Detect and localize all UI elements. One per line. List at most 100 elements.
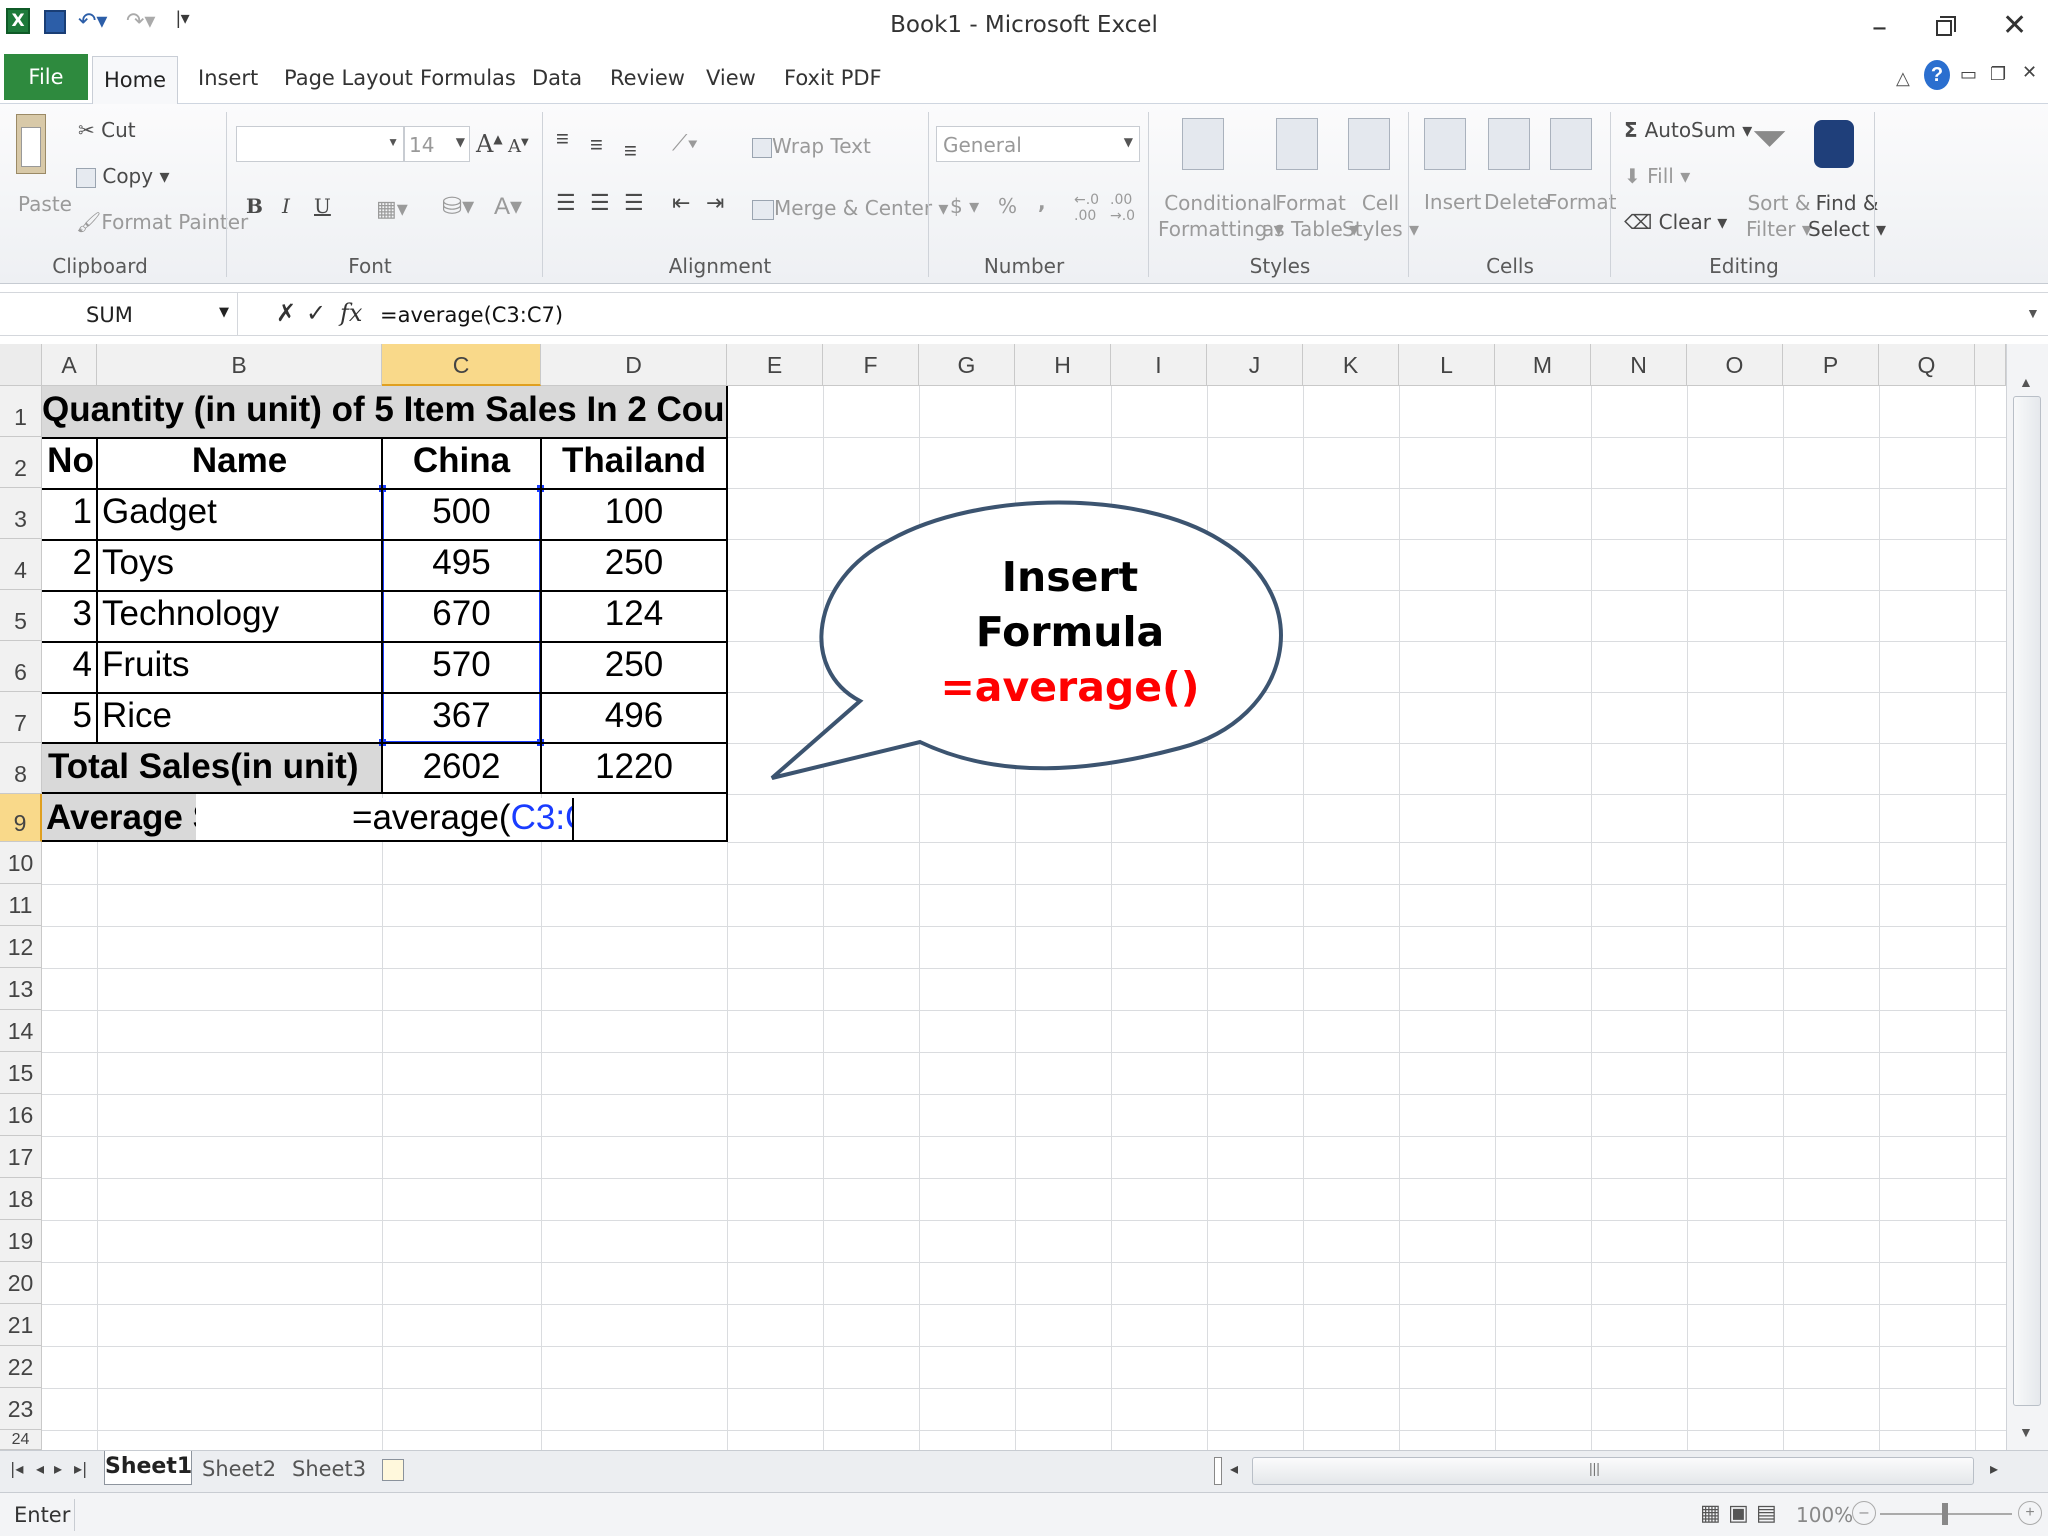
cell-name[interactable]: Toys	[102, 543, 380, 583]
grow-font-icon[interactable]: A▲	[476, 130, 503, 158]
row-header[interactable]: 14	[0, 1010, 42, 1052]
column-header[interactable]: C	[382, 344, 541, 386]
workbook-close-icon[interactable]: ✕	[2022, 62, 2037, 83]
row-header[interactable]: 3	[0, 488, 42, 539]
cell-name[interactable]: Rice	[102, 696, 380, 736]
row-header[interactable]: 17	[0, 1136, 42, 1178]
increase-decimal-icon[interactable]: ←.0.00	[1074, 192, 1099, 224]
binoculars-icon[interactable]	[1814, 120, 1854, 168]
wrap-text-button[interactable]: Wrap Text	[752, 134, 871, 158]
autosum-button[interactable]: Σ AutoSum ▾	[1624, 118, 1752, 142]
row-header[interactable]: 6	[0, 641, 42, 692]
tab-formulas[interactable]: Formulas	[420, 66, 516, 90]
row-header[interactable]: 13	[0, 968, 42, 1010]
expand-formula-bar-icon[interactable]: ▼	[2026, 305, 2040, 321]
decrease-decimal-icon[interactable]: .00 →.0	[1110, 192, 1135, 224]
scroll-right-icon[interactable]: ▸	[1990, 1459, 1998, 1479]
borders-icon[interactable]: ▦▾	[376, 196, 408, 222]
center-icon[interactable]: ☰	[590, 190, 610, 216]
header-china[interactable]: China	[382, 441, 541, 481]
row-header[interactable]: 1	[0, 386, 42, 437]
sort-filter-icon[interactable]: ⏷	[1752, 114, 1787, 164]
cell-china[interactable]: 570	[382, 645, 541, 685]
normal-view-icon[interactable]: ▦	[1700, 1501, 1721, 1526]
delete-cells-button[interactable]: Delete	[1484, 190, 1550, 214]
tab-insert[interactable]: Insert	[198, 66, 258, 90]
decrease-indent-icon[interactable]: ⇤	[672, 190, 690, 216]
column-header[interactable]: B	[97, 344, 382, 386]
cell-name[interactable]: Fruits	[102, 645, 380, 685]
cut-button[interactable]: ✂ Cut	[78, 118, 136, 142]
align-left-icon[interactable]: ☰	[556, 190, 576, 216]
horizontal-scrollbar[interactable]: |||	[1252, 1457, 1974, 1485]
scroll-down-icon[interactable]: ▼	[2019, 1424, 2033, 1440]
column-header[interactable]: F	[823, 344, 919, 386]
tab-page-layout[interactable]: Page Layout	[284, 66, 413, 90]
total-china[interactable]: 2602	[382, 747, 541, 787]
increase-indent-icon[interactable]: ⇥	[706, 190, 724, 216]
column-header[interactable]: M	[1495, 344, 1591, 386]
cell-no[interactable]: 1	[44, 492, 92, 532]
row-header[interactable]: 16	[0, 1094, 42, 1136]
column-header[interactable]: A	[42, 344, 97, 386]
delete-cells-icon[interactable]	[1488, 118, 1530, 170]
header-no[interactable]: No	[44, 441, 97, 481]
column-header[interactable]: O	[1687, 344, 1783, 386]
italic-button[interactable]: I	[282, 194, 290, 218]
page-layout-view-icon[interactable]: ▣	[1728, 1501, 1749, 1526]
cell-china[interactable]: 500	[382, 492, 541, 532]
cell-thailand[interactable]: 250	[541, 645, 727, 685]
insert-cells-button[interactable]: Insert	[1424, 190, 1481, 214]
align-right-icon[interactable]: ☰	[624, 190, 644, 216]
column-header[interactable]: N	[1591, 344, 1687, 386]
orientation-icon[interactable]: ⟋▾	[672, 130, 698, 156]
row-header[interactable]: 11	[0, 884, 42, 926]
tab-review[interactable]: Review	[610, 66, 685, 90]
cell-no[interactable]: 2	[44, 543, 92, 583]
zoom-out-icon[interactable]: –	[1852, 1501, 1876, 1525]
minimize-icon[interactable]: –	[1872, 10, 1887, 45]
font-size-field[interactable]: 14 ▼	[404, 126, 470, 162]
zoom-level[interactable]: 100%	[1796, 1503, 1853, 1527]
cell-thailand[interactable]: 250	[541, 543, 727, 583]
workbook-minimize-icon[interactable]: ▭	[1960, 64, 1977, 85]
row-header[interactable]: 23	[0, 1388, 42, 1430]
currency-button[interactable]: $ ▾	[950, 194, 979, 218]
scroll-thumb[interactable]	[2013, 396, 2041, 1406]
scroll-up-icon[interactable]: ▲	[2019, 374, 2033, 390]
paste-button[interactable]: Paste	[18, 192, 72, 216]
font-name-field[interactable]: ▼	[236, 126, 404, 162]
confirm-entry-icon[interactable]: ✓	[306, 299, 326, 327]
sheet-nav-first-icon[interactable]: |◂	[10, 1459, 23, 1478]
format-painter-button[interactable]: 🖌Format Painter	[76, 210, 248, 234]
cell-no[interactable]: 5	[44, 696, 92, 736]
row-header[interactable]: 18	[0, 1178, 42, 1220]
cell-thailand[interactable]: 124	[541, 594, 727, 634]
bottom-align-icon[interactable]: ≡	[624, 138, 637, 164]
format-cells-button[interactable]: Format	[1546, 190, 1616, 214]
average-label[interactable]: Average Sa	[46, 798, 196, 838]
cell-no[interactable]: 4	[44, 645, 92, 685]
zoom-slider-thumb[interactable]	[1942, 1503, 1948, 1525]
zoom-in-icon[interactable]: +	[2018, 1501, 2042, 1525]
name-box[interactable]: SUM ▼	[0, 293, 238, 335]
tab-file[interactable]: File	[4, 54, 88, 100]
cell-thailand[interactable]: 100	[541, 492, 727, 532]
row-header[interactable]: 20	[0, 1262, 42, 1304]
tab-home[interactable]: Home	[92, 56, 178, 105]
top-align-icon[interactable]: ≡	[556, 126, 569, 152]
conditional-formatting-icon[interactable]	[1182, 118, 1224, 170]
sheet-nav-last-icon[interactable]: ▸|	[74, 1459, 87, 1478]
row-header[interactable]: 21	[0, 1304, 42, 1346]
shrink-font-icon[interactable]: A▼	[508, 136, 529, 157]
row-header[interactable]: 2	[0, 437, 42, 488]
tab-split-handle[interactable]	[1214, 1457, 1222, 1485]
row-header[interactable]: 19	[0, 1220, 42, 1262]
total-label[interactable]: Total Sales(in unit)	[48, 747, 382, 787]
column-header[interactable]: E	[727, 344, 823, 386]
insert-cells-icon[interactable]	[1424, 118, 1466, 170]
format-as-table-icon[interactable]	[1276, 118, 1318, 170]
row-header[interactable]: 8	[0, 743, 42, 794]
restore-icon[interactable]	[1936, 20, 1952, 36]
row-header[interactable]: 15	[0, 1052, 42, 1094]
